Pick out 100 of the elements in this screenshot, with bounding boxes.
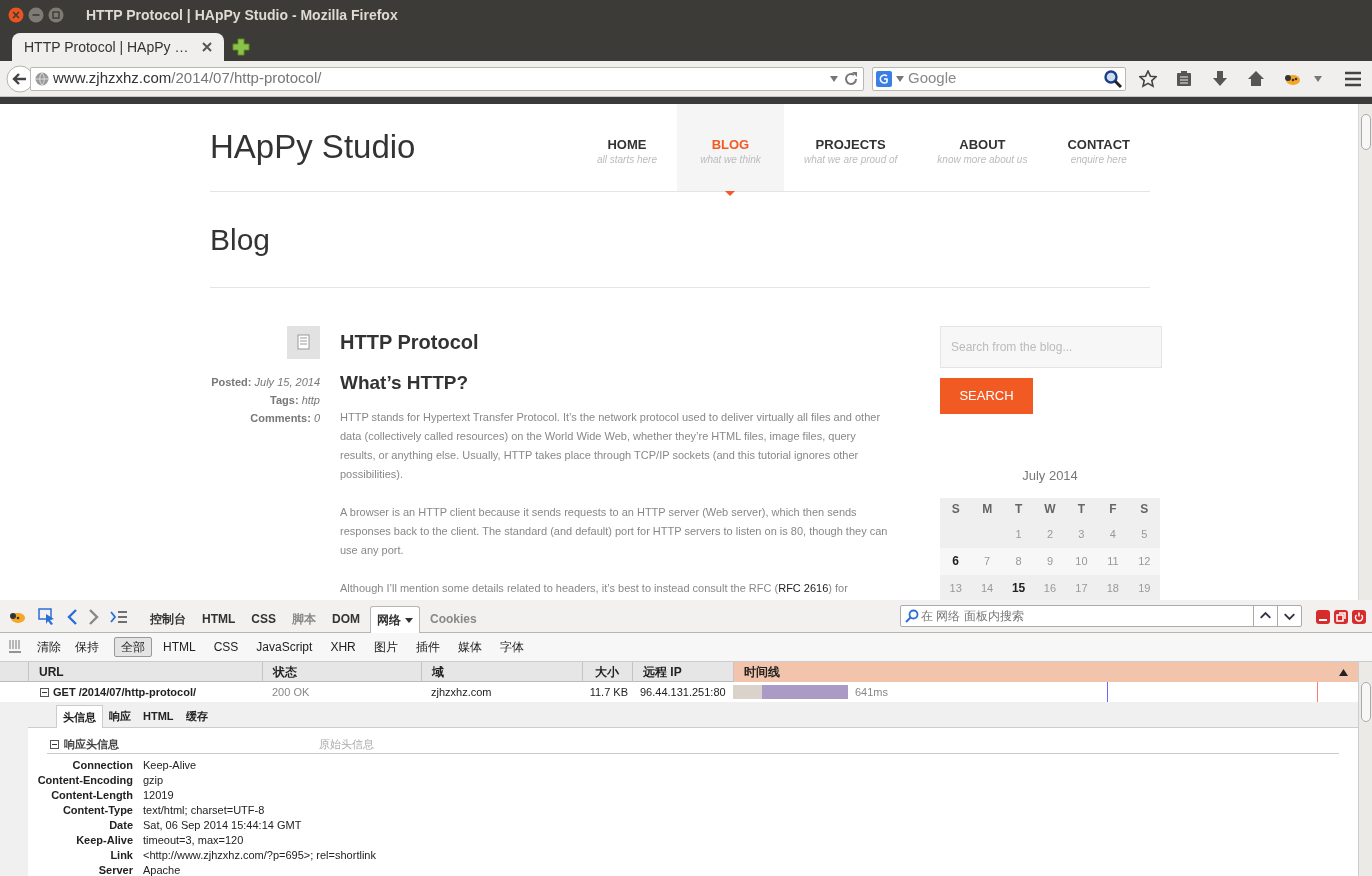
collapse-icon[interactable] (40, 687, 49, 697)
close-icon[interactable] (202, 42, 212, 52)
post-heading: What’s HTTP? (340, 371, 470, 395)
weekday-label: F (1108, 501, 1118, 518)
detail-tab[interactable]: 响应 (103, 705, 137, 727)
page-title: Blog (210, 222, 271, 258)
address-bar[interactable]: www.zjhzxhz.com/2014/07/http-protocol/ (30, 66, 864, 91)
dropdown-icon[interactable] (896, 75, 904, 82)
filter-button[interactable]: 字体 (492, 637, 531, 657)
close-icon[interactable] (8, 7, 24, 23)
panel-tab[interactable]: 网络 (370, 606, 420, 633)
calendar-day: 7 (971, 552, 1003, 570)
header-name: Link (109, 848, 133, 864)
post-title[interactable]: HTTP Protocol (340, 326, 890, 358)
search-icon[interactable] (1104, 69, 1122, 88)
panel-tab[interactable]: DOM (326, 606, 366, 632)
collapse-icon[interactable] (50, 740, 59, 749)
header-value: text/html; charset=UTF-8 (143, 803, 265, 819)
column-toggle-icon[interactable] (8, 639, 22, 655)
calendar-day: 8 (1002, 552, 1035, 570)
download-icon[interactable] (1211, 69, 1229, 88)
nav-item[interactable]: PROJECTS what we are proud of (783, 104, 918, 191)
header-value: 12019 (143, 788, 174, 804)
weekday-label: M (981, 501, 994, 518)
header-value: Keep-Alive (143, 758, 197, 774)
detail-tab[interactable]: 缓存 (179, 705, 214, 727)
site-logo[interactable]: HApPy Studio (210, 104, 577, 191)
weekday-label: S (1139, 501, 1150, 518)
weekday-label: S (950, 501, 961, 518)
header-value: Sat, 06 Sep 2014 15:44:14 GMT (143, 818, 302, 834)
filter-button[interactable]: CSS (206, 637, 246, 657)
table-cell-text: 96.44.131.251:80 (639, 684, 727, 700)
filter-button[interactable]: HTML (156, 637, 203, 657)
calendar-day: 12 (1128, 552, 1160, 570)
dropdown-icon[interactable] (1314, 75, 1322, 82)
header-name: Date (108, 818, 133, 834)
search-field[interactable]: Search from the blog... (940, 326, 1162, 368)
dropdown-icon[interactable] (829, 74, 839, 83)
header-name: Content-Encoding (36, 773, 133, 789)
window-title: HTTP Protocol | HApPy Studio - Mozilla Firefox (86, 5, 398, 25)
filter-button[interactable]: JavaScript (249, 637, 320, 657)
scrollbar[interactable] (1358, 104, 1372, 600)
toolbar-button[interactable]: 清除 (32, 638, 66, 656)
filter-button[interactable]: XHR (323, 637, 363, 657)
header-value: gzip (143, 773, 164, 789)
weekday-label: T (1013, 501, 1024, 518)
detach-icon[interactable] (1334, 610, 1348, 624)
command-line-icon[interactable] (110, 610, 128, 624)
minimize-icon[interactable] (28, 7, 44, 23)
detail-tab[interactable]: 头信息 (56, 705, 103, 728)
maximize-icon[interactable] (48, 7, 64, 23)
menu-icon[interactable] (1344, 70, 1362, 87)
panel-tab[interactable]: HTML (196, 606, 242, 632)
filter-button[interactable]: 插件 (408, 637, 447, 657)
calendar-day: 16 (1034, 579, 1066, 597)
filter-button[interactable]: 媒体 (450, 637, 489, 657)
reading-list-icon[interactable] (1175, 69, 1193, 88)
panel-tab[interactable]: CSS (245, 606, 282, 632)
back-icon[interactable] (66, 609, 78, 625)
column-header[interactable]: 时间线 (733, 662, 1358, 682)
calendar-day: 10 (1065, 552, 1098, 570)
weekday-label: W (1043, 501, 1057, 518)
browser-tab[interactable]: HTTP Protocol | HApPy … (12, 33, 224, 61)
header-name: Connection (71, 758, 133, 774)
nav-item[interactable]: ABOUT know more about us (917, 104, 1048, 191)
google-icon (876, 70, 892, 87)
calendar-day[interactable]: 6 (940, 552, 972, 570)
nav-item[interactable]: HOME all starts here (576, 104, 677, 191)
calendar-day: 14 (971, 579, 1003, 597)
header-value: Apache (143, 863, 181, 876)
nav-item[interactable]: CONTACT enquire here (1047, 104, 1150, 191)
table-cell-text: 200 OK (271, 684, 311, 700)
post-meta: Posted: July 15, 2014 (211, 375, 320, 390)
reload-icon[interactable] (843, 70, 859, 87)
search-field[interactable]: 在 网络 面板内搜索 (900, 605, 1302, 627)
document-icon (287, 326, 320, 359)
globe-icon (35, 71, 49, 86)
calendar-day[interactable]: 15 (1002, 579, 1035, 597)
forward-icon[interactable] (88, 609, 100, 625)
inspect-icon[interactable] (38, 608, 56, 626)
home-icon[interactable] (1247, 69, 1265, 88)
power-icon[interactable] (1352, 610, 1366, 624)
panel-tab[interactable]: 控制台 (144, 606, 192, 632)
minimize-icon[interactable] (1316, 610, 1330, 624)
load-time: 641ms (855, 684, 889, 700)
scrollbar[interactable] (1358, 662, 1372, 876)
header-name: Keep-Alive (75, 833, 133, 849)
toolbar-button[interactable]: 保持 (70, 638, 104, 656)
timeline-marker (1107, 682, 1108, 702)
bookmark-star-icon[interactable] (1139, 69, 1157, 88)
calendar-caption: July 2014 (1021, 467, 1079, 485)
filter-button[interactable]: 全部 (114, 637, 152, 657)
search-icon (905, 609, 919, 623)
request-url[interactable]: GET /2014/07/http-protocol/ (53, 683, 197, 701)
weekday-label: T (1076, 501, 1087, 518)
search-field[interactable]: Google (872, 66, 1126, 91)
detail-tab[interactable]: HTML (137, 705, 180, 727)
header-value: <http://www.zjhzxhz.com/?p=695>; rel=shortlink (143, 848, 376, 864)
filter-button[interactable]: 图片 (366, 637, 405, 657)
new-tab-icon[interactable] (232, 38, 250, 56)
